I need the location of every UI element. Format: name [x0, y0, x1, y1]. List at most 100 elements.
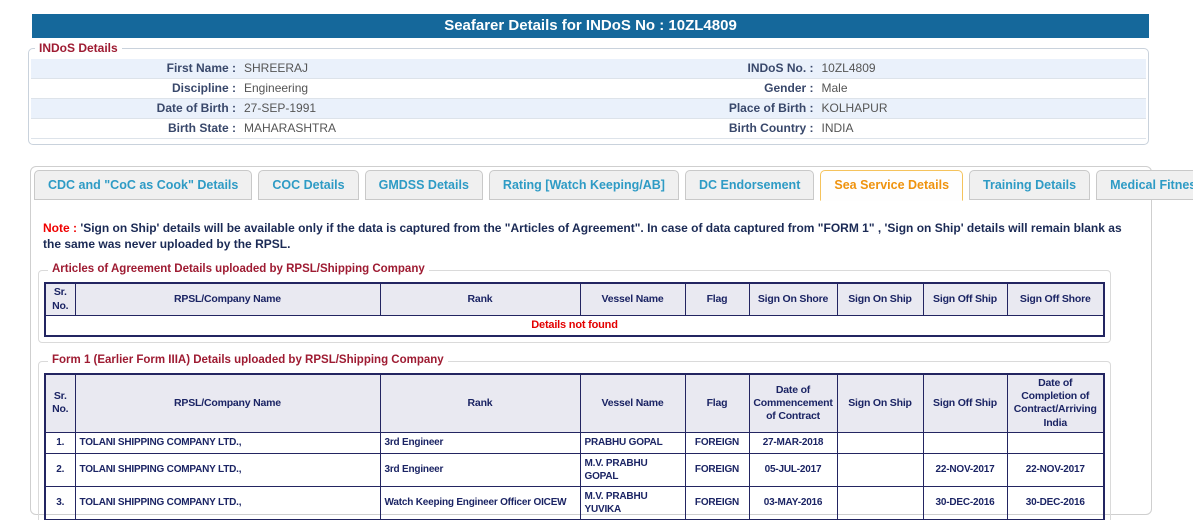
place-of-birth-label: Place of Birth : — [589, 99, 814, 118]
birth-country-value: INDIA — [814, 119, 854, 138]
birth-country-label: Birth Country : — [589, 119, 814, 138]
column-header-sign-on-shore: Sign On Shore — [749, 283, 837, 315]
birth-country-field: Birth Country : INDIA — [589, 119, 1147, 138]
cell-sign-on-ship — [837, 453, 923, 486]
cell-company: TOLANI SHIPPING COMPANY LTD., — [75, 486, 380, 519]
table-row: 3. TOLANI SHIPPING COMPANY LTD., Watch K… — [45, 486, 1104, 519]
tab-coc-details[interactable]: COC Details — [258, 170, 358, 200]
cell-sign-on-ship — [837, 432, 923, 453]
cell-date-completion — [1007, 432, 1104, 453]
cell-rank: 3rd Engineer — [380, 432, 580, 453]
date-of-birth-field: Date of Birth : 27-SEP-1991 — [31, 99, 589, 118]
column-header-rank: Rank — [380, 374, 580, 432]
cell-rank: Watch Keeping Engineer Officer OICEW — [380, 486, 580, 519]
indos-no-field: INDoS No. : 10ZL4809 — [589, 59, 1147, 78]
note-text: 'Sign on Ship' details will be available… — [43, 221, 1122, 251]
cell-date-completion: 22-NOV-2017 — [1007, 453, 1104, 486]
first-name-field: First Name : SHREERAJ — [31, 59, 589, 78]
first-name-value: SHREERAJ — [236, 59, 308, 78]
cell-sign-off-ship — [923, 432, 1007, 453]
agreement-table-caption: Articles of Agreement Details uploaded b… — [48, 263, 429, 275]
cell-sr-no: 1. — [45, 432, 75, 453]
empty-row: Details not found — [45, 315, 1104, 336]
column-header-sign-on-ship: Sign On Ship — [837, 283, 923, 315]
gender-value: Male — [814, 79, 848, 98]
cell-flag: FOREIGN — [685, 432, 749, 453]
gender-field: Gender : Male — [589, 79, 1147, 98]
cell-company: TOLANI SHIPPING COMPANY LTD., — [75, 432, 380, 453]
place-of-birth-value: KOLHAPUR — [814, 99, 888, 118]
cell-sr-no: 3. — [45, 486, 75, 519]
field-row: Discipline : Engineering Gender : Male — [31, 79, 1146, 99]
note-label: Note : — [43, 221, 77, 235]
seafarer-tabs-widget: CDC and "CoC as Cook" Details COC Detail… — [30, 166, 1152, 515]
cell-vessel: M.V. PRABHU YUVIKA — [580, 486, 685, 519]
column-header-flag: Flag — [685, 374, 749, 432]
cell-sr-no: 2. — [45, 453, 75, 486]
column-header-sign-on-ship: Sign On Ship — [837, 374, 923, 432]
note: Note : 'Sign on Ship' details will be av… — [43, 220, 1137, 252]
cell-vessel: PRABHU GOPAL — [580, 432, 685, 453]
column-header-date-commencement: Date of Commencement of Contract — [749, 374, 837, 432]
tab-training-details[interactable]: Training Details — [969, 170, 1090, 200]
date-of-birth-label: Date of Birth : — [31, 99, 236, 118]
cell-vessel: M.V. PRABHU GOPAL — [580, 453, 685, 486]
birth-state-label: Birth State : — [31, 119, 236, 138]
cell-sign-off-ship: 30-DEC-2016 — [923, 486, 1007, 519]
cell-sign-on-ship — [837, 486, 923, 519]
cell-date-commencement: 03-MAY-2016 — [749, 486, 837, 519]
birth-state-value: MAHARASHTRA — [236, 119, 336, 138]
column-header-flag: Flag — [685, 283, 749, 315]
cell-company: TOLANI SHIPPING COMPANY LTD., — [75, 453, 380, 486]
column-header-sign-off-ship: Sign Off Ship — [923, 283, 1007, 315]
tab-cdc-coc-cook-details[interactable]: CDC and "CoC as Cook" Details — [34, 170, 252, 200]
tab-gmdss-details[interactable]: GMDSS Details — [365, 170, 483, 200]
details-not-found-message: Details not found — [45, 315, 1104, 336]
gender-label: Gender : — [589, 79, 814, 98]
tab-medical-fitness-certificate[interactable]: Medical Fitness Certificate — [1096, 170, 1193, 200]
discipline-label: Discipline : — [31, 79, 236, 98]
cell-date-commencement: 27-MAR-2018 — [749, 432, 837, 453]
form1-table: Sr. No. RPSL/Company Name Rank Vessel Na… — [44, 373, 1105, 520]
column-header-sr-no: Sr. No. — [45, 283, 75, 315]
tab-dc-endorsement[interactable]: DC Endorsement — [685, 170, 814, 200]
date-of-birth-value: 27-SEP-1991 — [236, 99, 316, 118]
indos-details-fieldset: INDoS Details First Name : SHREERAJ INDo… — [28, 48, 1149, 145]
agreement-header-row: Sr. No. RPSL/Company Name Rank Vessel Na… — [45, 283, 1104, 315]
table-row: 2. TOLANI SHIPPING COMPANY LTD., 3rd Eng… — [45, 453, 1104, 486]
form1-table-caption: Form 1 (Earlier Form IIIA) Details uploa… — [48, 354, 448, 366]
tab-strip: CDC and "CoC as Cook" Details COC Detail… — [34, 170, 1147, 200]
tab-sea-service-details[interactable]: Sea Service Details — [820, 170, 963, 201]
indos-no-label: INDoS No. : — [589, 59, 814, 78]
indos-no-value: 10ZL4809 — [814, 59, 876, 78]
discipline-field: Discipline : Engineering — [31, 79, 589, 98]
column-header-rank: Rank — [380, 283, 580, 315]
cell-rank: 3rd Engineer — [380, 453, 580, 486]
page-title: Seafarer Details for INDoS No : 10ZL4809 — [444, 17, 737, 34]
column-header-sr-no: Sr. No. — [45, 374, 75, 432]
form1-table-section: Form 1 (Earlier Form IIIA) Details uploa… — [38, 361, 1111, 520]
birth-state-field: Birth State : MAHARASHTRA — [31, 119, 589, 138]
field-row: Date of Birth : 27-SEP-1991 Place of Bir… — [31, 99, 1146, 119]
cell-sign-off-ship: 22-NOV-2017 — [923, 453, 1007, 486]
indos-details-legend: INDoS Details — [35, 41, 122, 55]
column-header-vessel-name: Vessel Name — [580, 283, 685, 315]
column-header-rpsl-company: RPSL/Company Name — [75, 374, 380, 432]
cell-date-commencement: 05-JUL-2017 — [749, 453, 837, 486]
cell-flag: FOREIGN — [685, 486, 749, 519]
first-name-label: First Name : — [31, 59, 236, 78]
field-row: First Name : SHREERAJ INDoS No. : 10ZL48… — [31, 59, 1146, 79]
agreement-table: Sr. No. RPSL/Company Name Rank Vessel Na… — [44, 282, 1105, 337]
cell-date-completion: 30-DEC-2016 — [1007, 486, 1104, 519]
column-header-date-completion: Date of Completion of Contract/Arriving … — [1007, 374, 1104, 432]
table-row: 1. TOLANI SHIPPING COMPANY LTD., 3rd Eng… — [45, 432, 1104, 453]
tab-rating-watch-keeping-ab[interactable]: Rating [Watch Keeping/AB] — [489, 170, 679, 200]
form1-header-row: Sr. No. RPSL/Company Name Rank Vessel Na… — [45, 374, 1104, 432]
field-row: Birth State : MAHARASHTRA Birth Country … — [31, 119, 1146, 139]
agreement-table-section: Articles of Agreement Details uploaded b… — [38, 270, 1111, 343]
column-header-sign-off-shore: Sign Off Shore — [1007, 283, 1104, 315]
discipline-value: Engineering — [236, 79, 308, 98]
page-title-bar: Seafarer Details for INDoS No : 10ZL4809 — [32, 14, 1149, 38]
place-of-birth-field: Place of Birth : KOLHAPUR — [589, 99, 1147, 118]
column-header-sign-off-ship: Sign Off Ship — [923, 374, 1007, 432]
